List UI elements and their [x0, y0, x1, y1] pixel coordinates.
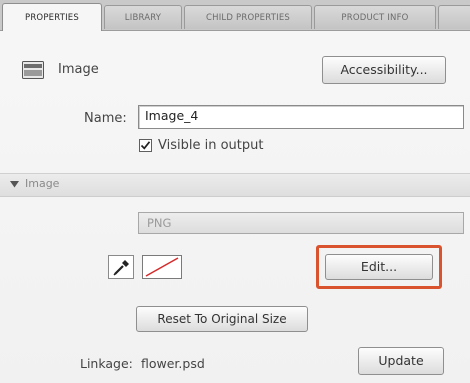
expand-triangle-icon: [10, 181, 19, 188]
edit-button[interactable]: Edit...: [325, 254, 433, 280]
update-button[interactable]: Update: [358, 347, 444, 375]
tab-properties[interactable]: PROPERTIES: [2, 3, 102, 31]
image-section-header[interactable]: Image: [0, 173, 470, 197]
section-title: Image: [25, 177, 60, 190]
element-type-label: Image: [58, 62, 99, 77]
tab-overflow[interactable]: [438, 5, 470, 29]
visible-checkbox-label: Visible in output: [158, 138, 264, 153]
tab-strip: PROPERTIES LIBRARY CHILD PROPERTIES PROD…: [0, 0, 470, 31]
accessibility-button[interactable]: Accessibility...: [322, 56, 446, 84]
no-color-swatch[interactable]: [142, 255, 182, 279]
eyedropper-icon: [108, 255, 134, 279]
reset-size-button[interactable]: Reset To Original Size: [136, 306, 308, 332]
format-dropdown[interactable]: PNG: [138, 212, 464, 234]
name-input[interactable]: Image_4: [138, 105, 464, 129]
properties-panel: PROPERTIES LIBRARY CHILD PROPERTIES PROD…: [0, 0, 470, 383]
linkage-value: flower.psd: [141, 356, 205, 371]
no-color-icon: [145, 257, 179, 277]
swap-image-icon[interactable]: [108, 255, 134, 279]
visible-checkbox[interactable]: [139, 139, 152, 152]
tab-product-info[interactable]: PRODUCT INFO: [314, 5, 436, 29]
name-label: Name:: [84, 111, 127, 126]
linkage-label: Linkage:: [80, 356, 133, 371]
image-icon: [22, 61, 44, 79]
tab-child-properties[interactable]: CHILD PROPERTIES: [184, 5, 312, 29]
tab-library[interactable]: LIBRARY: [104, 5, 182, 29]
checkmark-icon: [140, 141, 151, 150]
